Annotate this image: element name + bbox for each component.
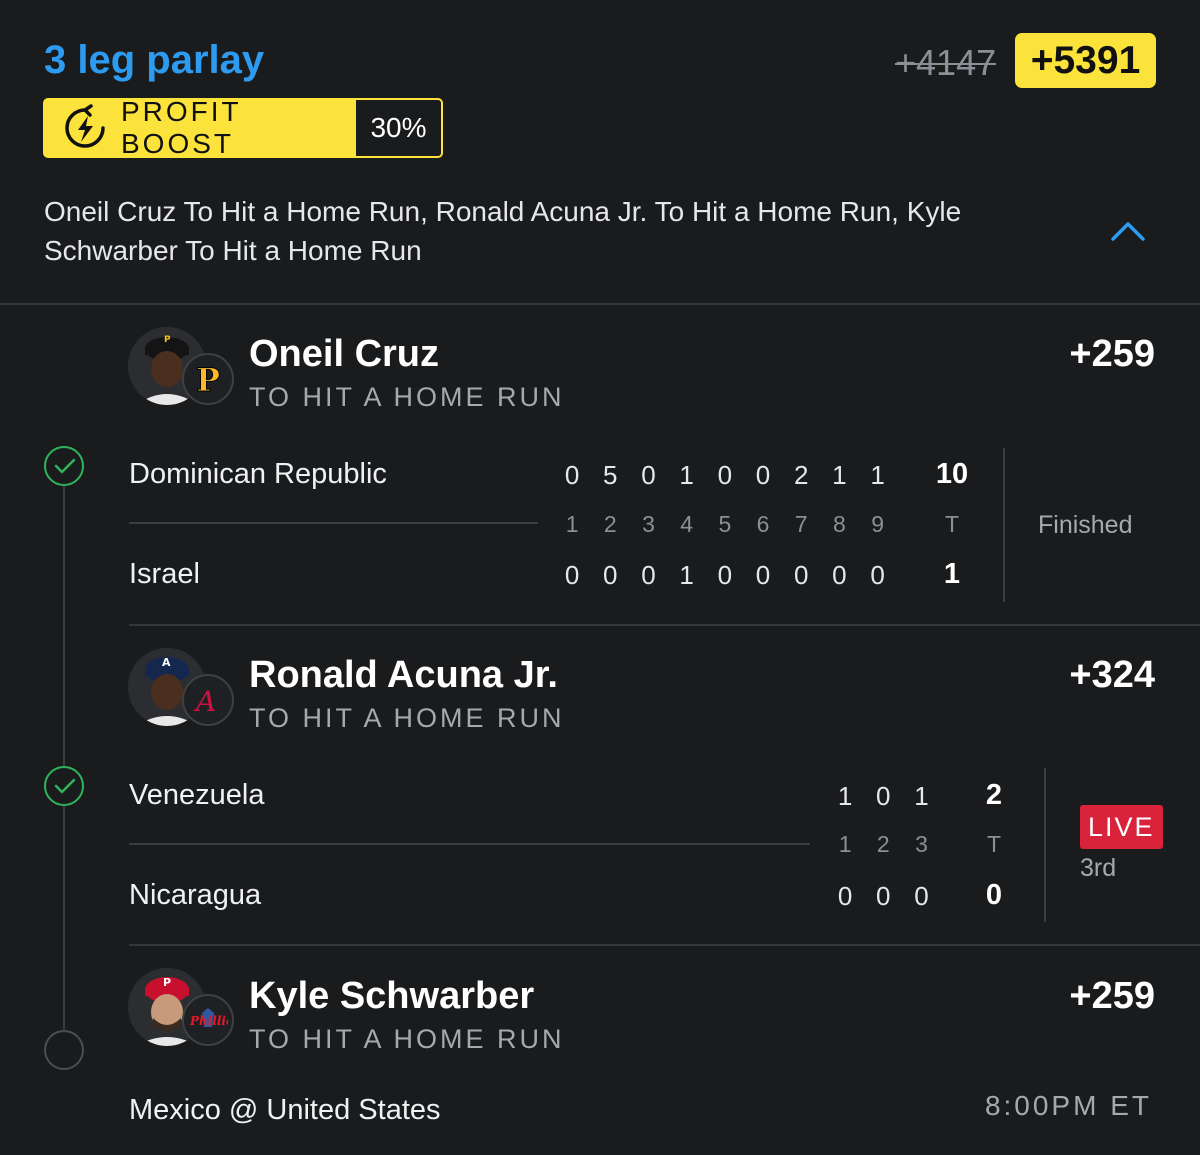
total-label: T [944, 511, 960, 537]
market-label: TO HIT A HOME RUN [249, 1024, 565, 1054]
market-label: TO HIT A HOME RUN [249, 703, 565, 733]
leg-timeline [63, 485, 65, 1030]
leg-2-check-icon [44, 766, 84, 806]
team-name: Nicaragua [129, 879, 262, 911]
leg-1-check-icon [44, 446, 84, 486]
scoreboard-divider [129, 843, 810, 845]
phillies-logo-icon: Phillies [182, 994, 234, 1046]
boost-percent: 30% [356, 100, 441, 156]
team-name: Venezuela [129, 779, 265, 811]
team-total: 0 [985, 879, 1003, 911]
status-separator [1003, 448, 1005, 602]
header-divider [0, 303, 1200, 305]
parlay-title: 3 leg parlay [44, 38, 265, 82]
player-name: Kyle Schwarber [249, 975, 535, 1017]
svg-text:Phillies: Phillies [189, 1014, 228, 1028]
inning-labels: 123456789 [565, 511, 884, 537]
leg-divider [129, 944, 1200, 946]
boosted-odds: +5391 [1015, 33, 1156, 88]
svg-text:A: A [193, 685, 216, 716]
svg-text:P: P [164, 335, 171, 345]
parlay-card: 3 leg parlay +4147 +5391 PROFIT BOOST 30… [0, 0, 1200, 1155]
svg-text:P: P [196, 362, 220, 396]
svg-text:P: P [163, 976, 171, 989]
profit-boost-label: PROFIT BOOST [121, 96, 242, 159]
status-separator [1044, 768, 1046, 922]
game-matchup[interactable]: Mexico @ United States [129, 1094, 441, 1127]
team-total: 10 [935, 458, 969, 490]
inning-labels: 123 [838, 831, 928, 857]
parlay-summary: Oneil Cruz To Hit a Home Run, Ronald Acu… [44, 196, 962, 266]
inning-scores: 000 [837, 881, 929, 911]
scoreboard-divider [129, 522, 538, 524]
leg-divider [129, 624, 1200, 626]
game-period: 3rd [1080, 854, 1117, 882]
team-total: 1 [943, 558, 961, 590]
game-time: 8:00PM ET [984, 1090, 1152, 1121]
braves-a-logo-icon: A [182, 674, 234, 726]
inning-scores: 000100000 [564, 560, 885, 590]
boost-lightning-icon [65, 104, 105, 148]
market-label: TO HIT A HOME RUN [249, 382, 565, 412]
leg-odds: +324 [1069, 654, 1155, 696]
inning-scores: 050100211 [564, 460, 885, 490]
pirates-p-logo-icon: P [182, 353, 234, 405]
profit-boost-badge: PROFIT BOOST 30% [43, 96, 443, 159]
player-name: Oneil Cruz [249, 333, 440, 375]
team-name: Dominican Republic [129, 458, 387, 490]
team-total: 2 [985, 779, 1003, 811]
player-name: Ronald Acuna Jr. [249, 654, 558, 696]
svg-text:A: A [162, 656, 171, 669]
total-label: T [986, 831, 1002, 857]
leg-odds: +259 [1069, 975, 1155, 1017]
team-name: Israel [129, 558, 200, 590]
chevron-up-icon[interactable] [1110, 220, 1146, 242]
leg-odds: +259 [1069, 333, 1155, 375]
live-badge: LIVE [1080, 805, 1163, 849]
game-status: Finished [1038, 511, 1133, 539]
leg-3-pending-icon [44, 1030, 84, 1070]
inning-scores: 101 [837, 781, 929, 811]
original-odds: +4147 [895, 42, 997, 83]
